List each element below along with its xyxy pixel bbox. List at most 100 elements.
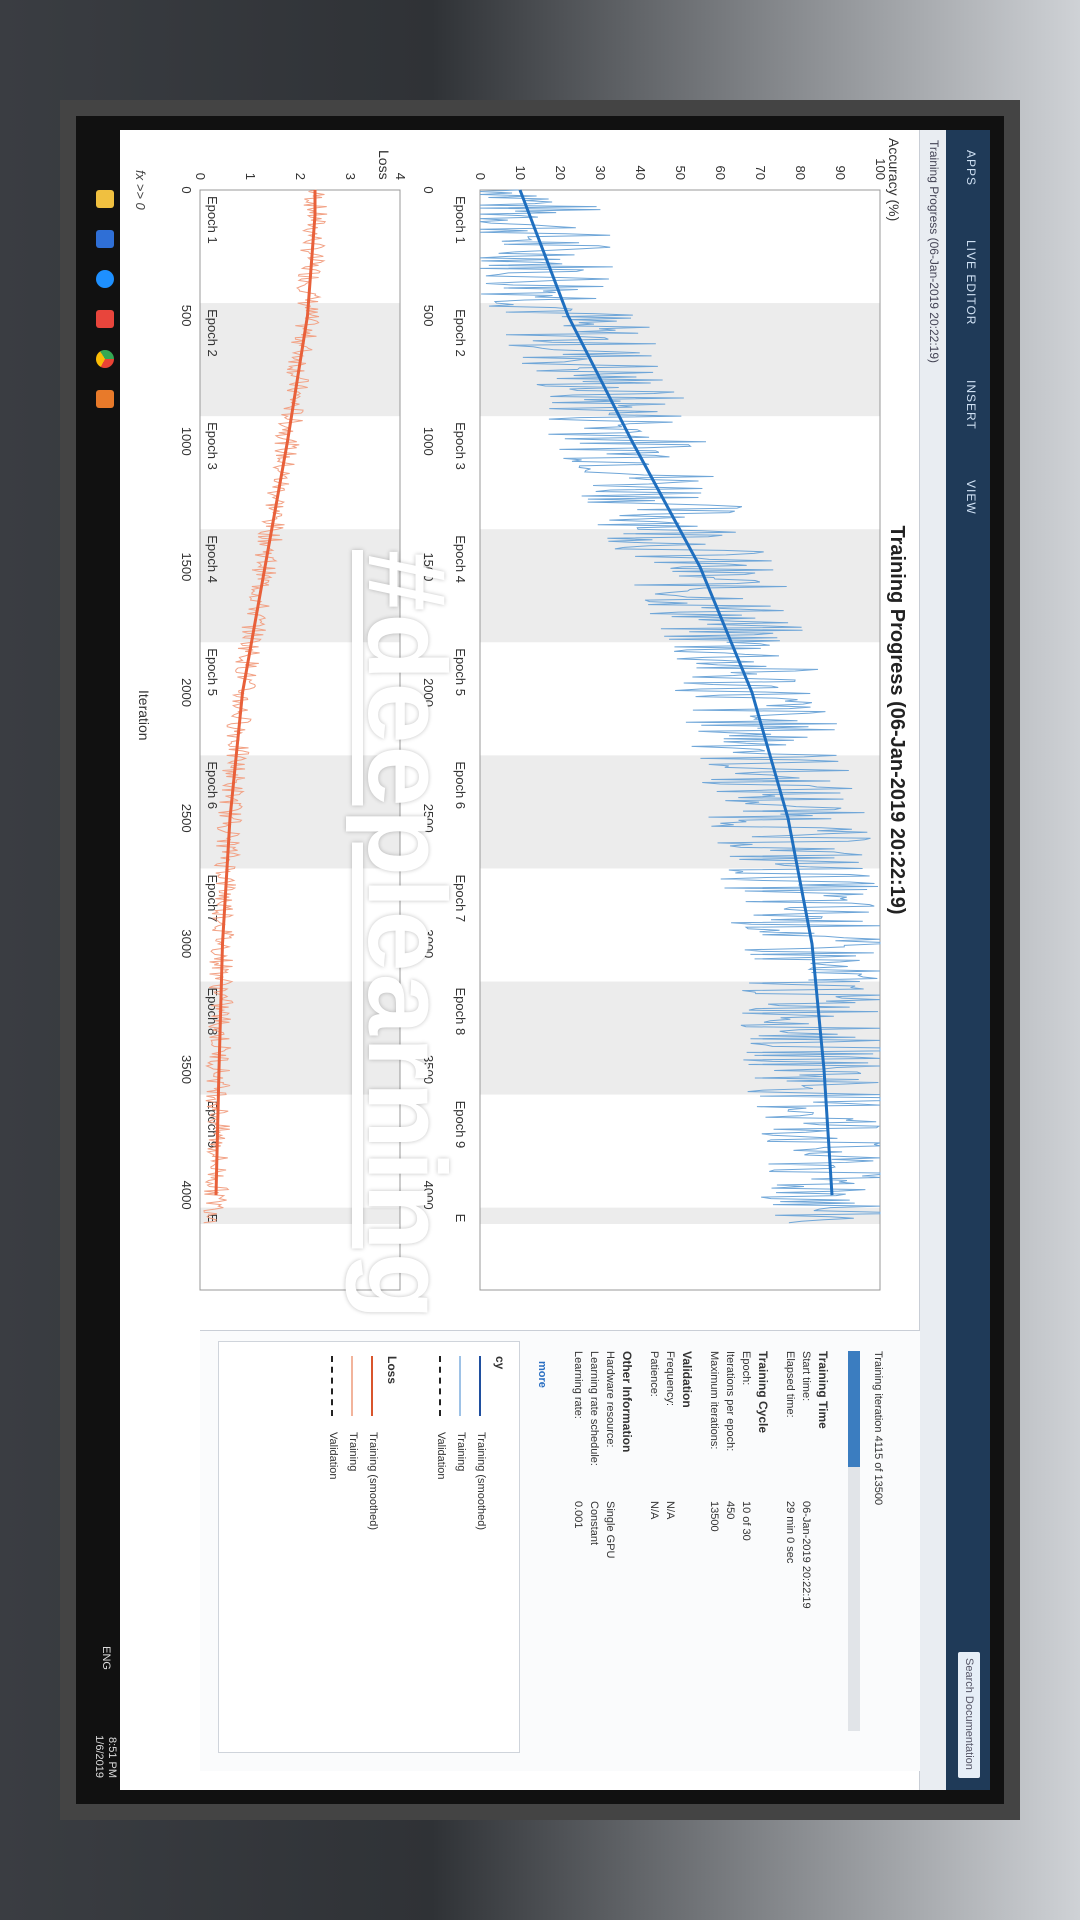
search-documentation-input[interactable]: Search Documentation — [958, 1652, 980, 1778]
loss-legend-header: Loss — [385, 1356, 399, 1385]
tab-live-editor[interactable]: LIVE EDITOR — [964, 240, 978, 325]
training-cycle-header: Training Cycle — [756, 1351, 770, 1434]
store-icon[interactable] — [96, 230, 114, 248]
start-time-value: 06-Jan-2019 20:22:19 — [800, 1501, 812, 1609]
more-info-link[interactable]: more — [536, 1361, 548, 1388]
accuracy-axis-label: Accuracy (%) — [886, 138, 902, 222]
accuracy-x-tick: 1000 — [421, 427, 436, 456]
epoch-label-loss: Epoch 3 — [205, 422, 220, 470]
figure-titlebar: Training Progress (06-Jan-2019 20:22:19) — [919, 130, 946, 1790]
epoch-label-loss: Epoch 2 — [205, 309, 220, 357]
accuracy-y-tick: 30 — [593, 166, 608, 180]
elapsed-time-label: Elapsed time: — [784, 1351, 796, 1418]
iterations-per-epoch-value: 450 — [724, 1501, 736, 1520]
command-window-prompt[interactable]: fx >> 0 — [133, 170, 148, 210]
file-explorer-icon[interactable] — [96, 190, 114, 208]
start-time-label: Start time: — [800, 1351, 812, 1402]
iteration-axis-label: Iteration — [136, 690, 152, 741]
photo-scene: APPS LIVE EDITOR INSERT VIEW Search Docu… — [0, 0, 1080, 1920]
taskbar-clock[interactable]: 8:51 PM 1/6/2019 — [92, 1735, 118, 1778]
epoch-label-loss: Epoch 1 — [205, 196, 220, 244]
epoch-label: Epoch 3 — [453, 422, 468, 470]
accuracy-x-tick: 500 — [421, 305, 436, 327]
elapsed-time-value: 29 min 0 sec — [784, 1501, 796, 1564]
windows-taskbar: ENG 8:51 PM 1/6/2019 — [90, 130, 120, 1790]
accuracy-y-tick: 70 — [753, 166, 768, 180]
training-info-panel: Training iteration 4115 of 13500 Trainin… — [200, 1330, 920, 1771]
accuracy-y-tick: 40 — [633, 166, 648, 180]
maximum-iterations-label: Maximum iterations: — [708, 1351, 720, 1450]
accuracy-legend-header: cy — [493, 1356, 507, 1370]
legend-loss-validation-line — [331, 1356, 333, 1416]
iteration-counter: Training iteration 4115 of 13500 — [872, 1351, 884, 1506]
legend-accuracy-training-smoothed: Training (smoothed) — [475, 1432, 487, 1531]
loss-x-tick: 2500 — [179, 804, 194, 833]
epoch-band-accuracy — [480, 303, 880, 417]
epoch-label: Epoch: — [740, 1351, 752, 1386]
accuracy-y-tick: 10 — [513, 166, 528, 180]
figure-window-title: Training Progress (06-Jan-2019 20:22:19) — [927, 140, 941, 364]
hardware-resource-value: Single GPU — [604, 1501, 616, 1559]
tab-apps[interactable]: APPS — [964, 150, 978, 186]
accuracy-y-tick: 50 — [673, 166, 688, 180]
accuracy-y-tick: 80 — [793, 166, 808, 180]
legend-accuracy-validation: Validation — [435, 1432, 447, 1480]
epoch-band-accuracy — [480, 1207, 880, 1225]
loss-axis-label: Loss — [376, 150, 392, 180]
maximum-iterations-value: 13500 — [708, 1501, 720, 1532]
learning-rate-schedule-label: Learning rate schedule: — [588, 1351, 600, 1466]
clock-date: 1/6/2019 — [93, 1735, 105, 1778]
legend-loss-validation: Validation — [327, 1432, 339, 1480]
clock-time: 8:51 PM — [106, 1737, 118, 1778]
loss-x-tick: 500 — [179, 305, 194, 327]
loss-x-tick: 1500 — [179, 552, 194, 581]
legend-loss-smoothed-line — [371, 1356, 373, 1416]
matlab-icon[interactable] — [96, 390, 114, 408]
chrome-icon[interactable] — [96, 350, 114, 368]
training-plots: Epoch 1 Epoch 1 Epoch 2 Epoch 2 Epoch 3 Epoch… — [179, 158, 888, 1291]
accuracy-y-tick: 60 — [713, 166, 728, 180]
system-tray-language[interactable]: ENG — [100, 1646, 112, 1670]
accuracy-y-tick: 90 — [833, 166, 848, 180]
training-time-header: Training Time — [816, 1351, 830, 1429]
epoch-value: 10 of 30 — [740, 1501, 752, 1541]
epoch-label-loss: Epoch 5 — [205, 648, 220, 696]
legend-loss-training-line — [351, 1356, 353, 1416]
epoch-label: Epoch 2 — [453, 309, 468, 357]
loss-x-tick: 0 — [179, 186, 194, 193]
legend-accuracy-training-line — [459, 1356, 461, 1416]
accuracy-x-tick: 0 — [421, 186, 436, 193]
loss-y-tick: 2 — [293, 173, 308, 180]
tab-insert[interactable]: INSERT — [964, 380, 978, 430]
hardware-resource-label: Hardware resource: — [604, 1351, 616, 1448]
loss-y-tick: 4 — [393, 173, 408, 180]
edge-browser-icon[interactable] — [96, 270, 114, 288]
epoch-label-loss: Epoch 4 — [205, 535, 220, 583]
loss-y-tick: 3 — [343, 173, 358, 180]
loss-x-tick: 3500 — [179, 1055, 194, 1084]
legend-panel: cy Training (smoothed) Training Validati… — [218, 1341, 520, 1753]
iterations-per-epoch-label: Iterations per epoch: — [724, 1351, 736, 1452]
learning-rate-schedule-value: Constant — [588, 1501, 600, 1546]
legend-accuracy-smoothed-line — [479, 1356, 481, 1416]
frequency-value: N/A — [664, 1501, 676, 1520]
loss-x-tick: 2000 — [179, 678, 194, 707]
loss-x-tick: 1000 — [179, 427, 194, 456]
monitor-screen: APPS LIVE EDITOR INSERT VIEW Search Docu… — [90, 130, 990, 1790]
loss-x-tick: 3000 — [179, 929, 194, 958]
loss-y-tick: 1 — [243, 173, 258, 180]
epoch-label: Epoch 1 — [453, 196, 468, 244]
deeplearning-hashtag-watermark: #deeplearning — [345, 550, 468, 1322]
frequency-label: Frequency: — [664, 1351, 676, 1407]
loss-y-tick: 0 — [193, 173, 208, 180]
legend-accuracy-validation-line — [439, 1356, 441, 1416]
learning-rate-value: 0.001 — [572, 1501, 584, 1529]
mail-icon[interactable] — [96, 310, 114, 328]
patience-value: N/A — [648, 1501, 660, 1520]
legend-loss-training: Training — [347, 1432, 359, 1472]
learning-rate-label: Learning rate: — [572, 1351, 584, 1419]
loss-x-tick: 4000 — [179, 1181, 194, 1210]
tab-view[interactable]: VIEW — [964, 480, 978, 515]
legend-accuracy-training: Training — [455, 1432, 467, 1472]
patience-label: Patience: — [648, 1351, 660, 1397]
